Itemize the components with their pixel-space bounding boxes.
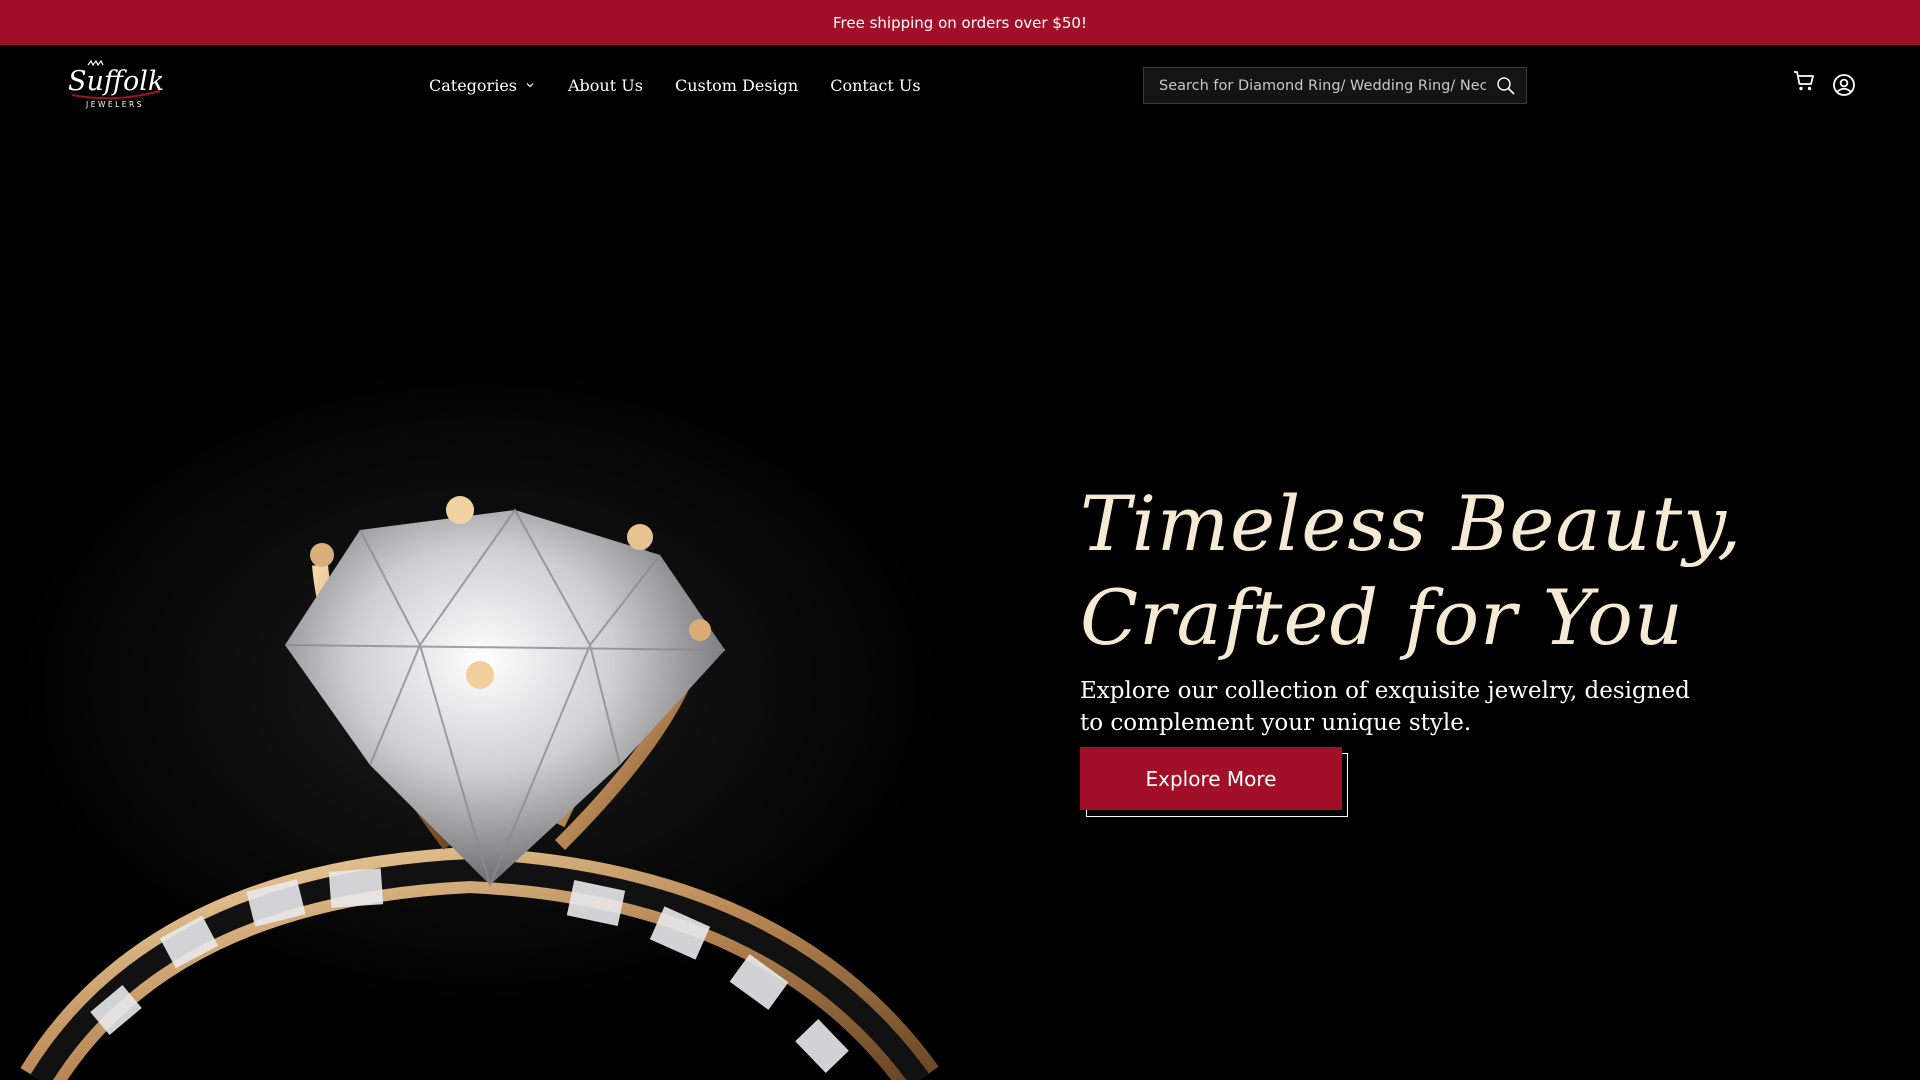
logo-script: Suffolk <box>68 66 164 97</box>
hero-title-line1: Timeless Beauty, <box>1080 479 1743 568</box>
logo-mark: Suffolk JEWELERS <box>68 59 164 109</box>
account-button[interactable] <box>1832 73 1856 97</box>
account-icon <box>1833 74 1855 96</box>
nav-about-us-label: About Us <box>568 75 643 95</box>
brand-logo[interactable]: Suffolk JEWELERS <box>66 59 166 111</box>
nav-about-us[interactable]: About Us <box>568 76 643 95</box>
hero-content: Timeless Beauty, Crafted for You Explore… <box>1080 477 1800 817</box>
nav-contact-us[interactable]: Contact Us <box>830 76 920 95</box>
nav-custom-design-label: Custom Design <box>674 75 799 95</box>
announcement-bar: Free shipping on orders over $50! <box>0 0 1920 45</box>
search-icon <box>1497 76 1515 95</box>
hero-subtitle: Explore our collection of exquisite jewe… <box>1080 678 1690 736</box>
search-bar <box>1143 67 1527 104</box>
hero-ring-image <box>0 125 960 1080</box>
chevron-down-icon <box>526 83 534 88</box>
logo-caption: JEWELERS <box>85 100 144 109</box>
announcement-text: Free shipping on orders over $50! <box>833 13 1087 32</box>
hero-title-line2: Crafted for You <box>1080 573 1684 662</box>
hero-section: Timeless Beauty, Crafted for You Explore… <box>0 125 1920 1080</box>
nav-contact-us-label: Contact Us <box>830 75 921 95</box>
explore-more-wrapper: Explore More <box>1080 747 1348 817</box>
explore-more-button[interactable]: Explore More <box>1080 747 1342 810</box>
nav-categories[interactable]: Categories <box>429 76 535 95</box>
main-nav: Categories About Us Custom Design Contac… <box>429 45 921 125</box>
cart-button[interactable] <box>1792 69 1816 93</box>
nav-custom-design[interactable]: Custom Design <box>675 76 798 95</box>
search-button[interactable] <box>1486 68 1526 103</box>
cart-icon <box>1794 71 1814 91</box>
search-input[interactable] <box>1144 68 1486 103</box>
site-header: Suffolk JEWELERS Categories About Us Cus… <box>0 45 1920 125</box>
nav-categories-label: Categories <box>429 75 517 95</box>
hero-title: Timeless Beauty, Crafted for You <box>1080 477 1800 665</box>
